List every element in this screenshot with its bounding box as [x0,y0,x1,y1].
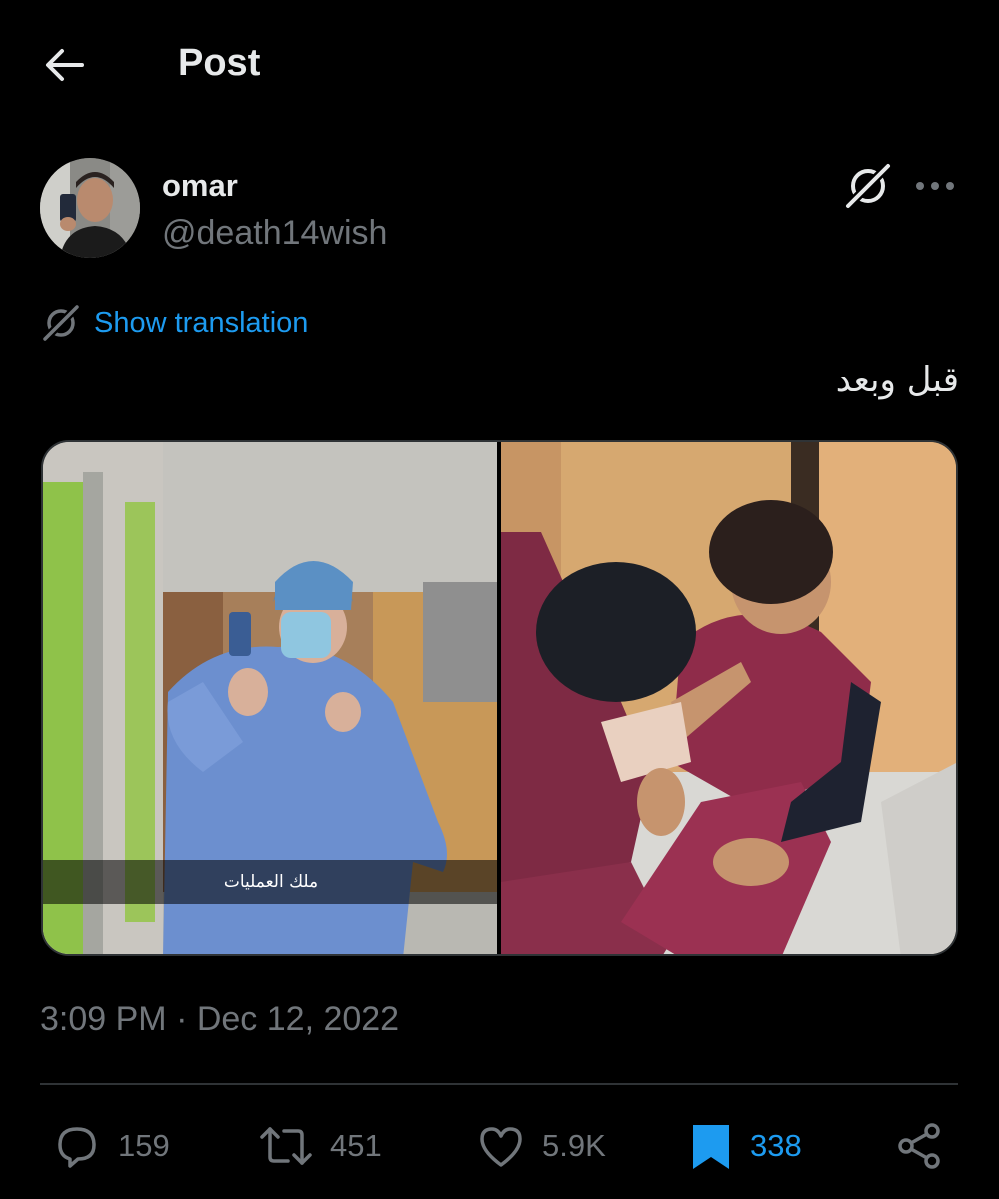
grok-icon [41,303,81,343]
bookmark-button[interactable]: 338 [686,1110,802,1182]
grok-icon [843,161,893,211]
more-options-button[interactable] [910,166,960,206]
post-timestamp[interactable]: 3:09 PM · Dec 12, 2022 [40,1000,399,1039]
like-button[interactable]: 5.9K [474,1110,606,1182]
show-translation-link[interactable]: Show translation [40,300,308,346]
post-media: ملك العمليات [41,440,958,956]
back-button[interactable] [40,40,90,90]
media-photo-before[interactable]: ملك العمليات [43,442,497,954]
divider [40,1083,958,1085]
avatar[interactable] [40,158,140,258]
more-horizontal-icon [916,182,954,190]
arrow-left-icon [46,49,84,81]
media-photo-after[interactable] [501,442,956,954]
heart-icon [480,1127,522,1167]
photo-two-people-scrubs [501,442,956,954]
share-icon [898,1123,940,1169]
display-name[interactable]: omar [162,168,238,204]
action-bar: 159 451 5.9K 338 [40,1110,958,1182]
top-bar: Post [0,0,999,130]
page-title: Post [178,42,261,84]
grok-button[interactable] [840,160,896,212]
media-caption: ملك العمليات [223,872,319,892]
show-translation-label: Show translation [94,306,309,339]
repost-button[interactable]: 451 [256,1110,382,1182]
bookmark-filled-icon [693,1125,729,1169]
media-caption-bar: ملك العمليات [43,860,497,904]
post-text: قبل وبعد [835,360,959,400]
repost-count: 451 [330,1128,382,1163]
reply-count: 159 [118,1128,170,1163]
share-button[interactable] [892,1110,946,1182]
post-author: omar @death14wish [40,158,960,268]
repost-icon [260,1127,312,1165]
reply-button[interactable]: 159 [50,1110,170,1182]
avatar-image [40,158,140,258]
like-count: 5.9K [542,1128,606,1163]
reply-icon [58,1127,96,1168]
user-handle[interactable]: @death14wish [162,214,387,253]
bookmark-count: 338 [750,1128,802,1163]
